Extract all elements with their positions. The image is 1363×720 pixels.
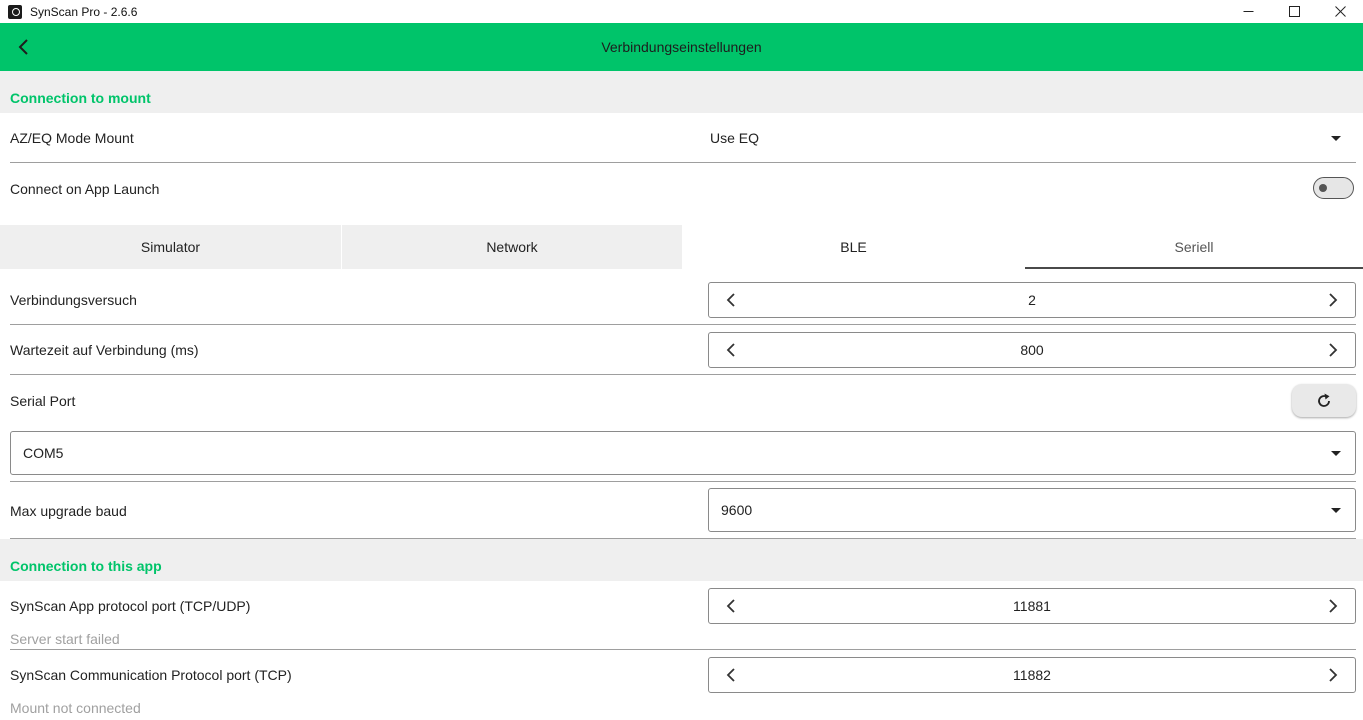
tab-seriell[interactable]: Seriell bbox=[1025, 225, 1363, 269]
toggle-knob bbox=[1319, 184, 1327, 192]
page-title: Verbindungseinstellungen bbox=[601, 39, 762, 55]
serial-port-select[interactable]: COM5 bbox=[10, 431, 1356, 475]
tab-ble[interactable]: BLE bbox=[683, 225, 1024, 269]
window-title: SynScan Pro - 2.6.6 bbox=[30, 4, 138, 19]
connect-on-launch-row: Connect on App Launch bbox=[0, 163, 1363, 213]
app-logo-icon bbox=[8, 4, 22, 19]
chevron-left-icon bbox=[726, 668, 735, 682]
chevron-left-icon bbox=[18, 39, 28, 55]
refresh-ports-button[interactable] bbox=[1292, 384, 1356, 417]
maximize-button[interactable] bbox=[1271, 0, 1317, 23]
dropdown-arrow-icon bbox=[1331, 451, 1341, 456]
baud-select[interactable]: 9600 bbox=[708, 488, 1356, 532]
attempts-value[interactable]: 2 bbox=[749, 283, 1315, 317]
section-header-mount: Connection to mount bbox=[0, 71, 1363, 113]
minimize-button[interactable] bbox=[1225, 0, 1271, 23]
attempts-label: Verbindungsversuch bbox=[10, 292, 137, 308]
app-port-value[interactable]: 11881 bbox=[749, 589, 1315, 623]
connect-on-launch-label: Connect on App Launch bbox=[10, 181, 160, 197]
serial-port-value: COM5 bbox=[23, 445, 64, 461]
chevron-left-icon bbox=[726, 599, 735, 613]
attempts-decrement-button[interactable] bbox=[711, 283, 751, 317]
wait-time-increment-button[interactable] bbox=[1313, 333, 1353, 367]
dropdown-arrow-icon bbox=[1331, 508, 1341, 513]
mode-mount-label: AZ/EQ Mode Mount bbox=[10, 130, 134, 146]
wait-time-stepper: 800 bbox=[708, 332, 1356, 368]
window-titlebar: SynScan Pro - 2.6.6 bbox=[0, 0, 1363, 23]
comm-port-status: Mount not connected bbox=[10, 700, 141, 716]
wait-time-value[interactable]: 800 bbox=[749, 333, 1315, 367]
close-button[interactable] bbox=[1317, 0, 1363, 23]
tab-network[interactable]: Network bbox=[342, 225, 682, 269]
app-port-stepper: 11881 bbox=[708, 588, 1356, 624]
chevron-left-icon bbox=[726, 293, 735, 307]
minimize-icon bbox=[1243, 11, 1253, 12]
app-port-decrement-button[interactable] bbox=[711, 589, 751, 623]
chevron-right-icon bbox=[1329, 293, 1338, 307]
close-icon bbox=[1334, 6, 1346, 17]
chevron-right-icon bbox=[1329, 668, 1338, 682]
tab-simulator[interactable]: Simulator bbox=[0, 225, 341, 269]
app-port-label: SynScan App protocol port (TCP/UDP) bbox=[10, 598, 251, 614]
chevron-left-icon bbox=[726, 343, 735, 357]
comm-port-decrement-button[interactable] bbox=[711, 658, 751, 692]
chevron-right-icon bbox=[1329, 343, 1338, 357]
connect-on-launch-toggle[interactable] bbox=[1313, 177, 1354, 199]
app-port-status: Server start failed bbox=[10, 631, 120, 647]
chevron-right-icon bbox=[1329, 599, 1338, 613]
app-port-increment-button[interactable] bbox=[1313, 589, 1353, 623]
maximize-icon bbox=[1288, 6, 1300, 17]
mode-mount-row[interactable]: AZ/EQ Mode Mount Use EQ bbox=[0, 113, 1363, 163]
connection-tabs: Simulator Network BLE Seriell bbox=[0, 213, 1363, 269]
back-button[interactable] bbox=[12, 35, 34, 59]
comm-port-stepper: 11882 bbox=[708, 657, 1356, 693]
attempts-increment-button[interactable] bbox=[1313, 283, 1353, 317]
serial-port-row: Serial Port bbox=[0, 375, 1363, 425]
comm-port-value[interactable]: 11882 bbox=[749, 658, 1315, 692]
comm-port-label: SynScan Communication Protocol port (TCP… bbox=[10, 667, 292, 683]
comm-port-increment-button[interactable] bbox=[1313, 658, 1353, 692]
wait-time-decrement-button[interactable] bbox=[711, 333, 751, 367]
wait-time-label: Wartezeit auf Verbindung (ms) bbox=[10, 342, 199, 358]
baud-value: 9600 bbox=[721, 502, 753, 518]
mode-mount-value[interactable]: Use EQ bbox=[710, 130, 759, 146]
app-header: Verbindungseinstellungen bbox=[0, 23, 1363, 71]
dropdown-arrow-icon bbox=[1331, 136, 1341, 141]
refresh-icon bbox=[1318, 393, 1330, 407]
window-controls bbox=[1225, 0, 1363, 23]
baud-label: Max upgrade baud bbox=[10, 503, 127, 519]
attempts-stepper: 2 bbox=[708, 282, 1356, 318]
section-header-app: Connection to this app bbox=[0, 539, 1363, 581]
serial-port-label: Serial Port bbox=[10, 393, 76, 409]
